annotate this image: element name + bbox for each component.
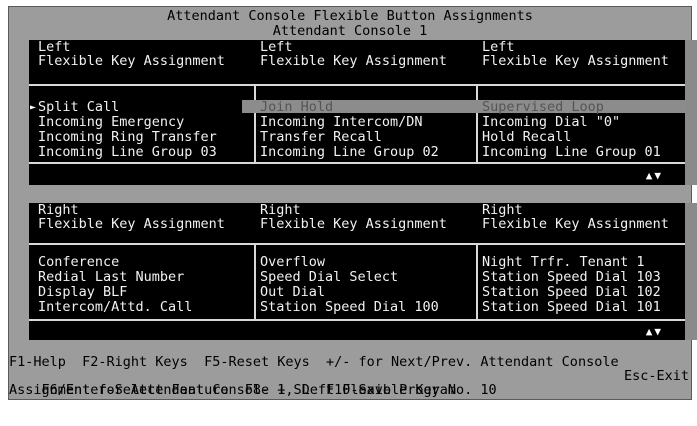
left-keys-panel: Left Flexible Key Assignment Left Flexib…: [29, 40, 685, 185]
header-line: Flexible Key Assignment: [260, 216, 447, 232]
header-line: Flexible Key Assignment: [482, 216, 669, 232]
divider: [29, 162, 685, 164]
header-line: Flexible Key Assignment: [482, 53, 669, 69]
key-item[interactable]: Incoming Emergency: [38, 115, 256, 130]
key-item[interactable]: Station Speed Dial 101: [482, 300, 697, 315]
key-item[interactable]: Split Call: [38, 100, 256, 115]
header-line: Left: [482, 39, 515, 55]
key-item[interactable]: Incoming Intercom/DN: [260, 115, 478, 130]
key-item[interactable]: Redial Last Number: [38, 270, 256, 285]
window-title: Attendant Console Flexible Button Assign…: [167, 8, 533, 24]
scrollbar[interactable]: [685, 203, 697, 340]
key-item[interactable]: Speed Dial Select: [260, 270, 478, 285]
key-item[interactable]: Incoming Line Group 01: [482, 145, 697, 160]
left-col3-list: Supervised Loop Incoming Dial "0" Hold R…: [482, 100, 697, 160]
esc-exit-label[interactable]: Esc-Exit: [624, 369, 689, 383]
divider: [29, 319, 685, 321]
key-item[interactable]: Incoming Line Group 02: [260, 145, 478, 160]
header-line: Flexible Key Assignment: [38, 53, 225, 69]
left-col1-list: Split Call Incoming Emergency Incoming R…: [38, 100, 256, 160]
right-col2-header: Right Flexible Key Assignment: [260, 203, 478, 247]
scroll-arrows-icon[interactable]: ▲▼: [646, 169, 663, 183]
right-col1-list: Conference Redial Last Number Display BL…: [38, 255, 256, 315]
header-line: Flexible Key Assignment: [38, 216, 225, 232]
right-col3-list: Night Trfr. Tenant 1 Station Speed Dial …: [482, 255, 697, 315]
scrollbar[interactable]: [685, 40, 697, 185]
key-item[interactable]: Supervised Loop: [482, 100, 697, 115]
key-item[interactable]: Conference: [38, 255, 256, 270]
left-col2-list: Join Hold Incoming Intercom/DN Transfer …: [260, 100, 478, 160]
console-subtitle: Attendant Console 1: [272, 23, 428, 39]
key-item[interactable]: Station Speed Dial 102: [482, 285, 697, 300]
key-item[interactable]: Out Dial: [260, 285, 478, 300]
header-line: Flexible Key Assignment: [260, 53, 447, 69]
divider: [29, 84, 685, 86]
function-key-help-line1: F1-Help F2-Right Keys F5-Reset Keys +/- …: [9, 354, 619, 370]
cursor-arrow-icon: ►: [30, 102, 37, 113]
header-line: Right: [38, 202, 79, 218]
right-keys-panel: Right Flexible Key Assignment Right Flex…: [29, 203, 685, 340]
key-item[interactable]: Display BLF: [38, 285, 256, 300]
right-col3-header: Right Flexible Key Assignment: [482, 203, 697, 247]
console-window: Attendant Console Flexible Button Assign…: [8, 6, 697, 400]
key-item[interactable]: Station Speed Dial 100: [260, 300, 478, 315]
header-line: Right: [260, 202, 301, 218]
status-line: Assignment for Attendant Console 1, Left…: [9, 382, 497, 398]
divider: [29, 243, 685, 245]
key-item[interactable]: Station Speed Dial 103: [482, 270, 697, 285]
right-col1-header: Right Flexible Key Assignment: [38, 203, 256, 247]
scroll-arrows-icon[interactable]: ▲▼: [646, 325, 663, 339]
key-item[interactable]: Incoming Dial "0": [482, 115, 697, 130]
key-item[interactable]: Incoming Line Group 03: [38, 145, 256, 160]
header-line: Right: [482, 202, 523, 218]
right-col2-list: Overflow Speed Dial Select Out Dial Stat…: [260, 255, 478, 315]
key-item[interactable]: Join Hold: [260, 100, 478, 115]
key-item[interactable]: Hold Recall: [482, 130, 697, 145]
left-col2-header: Left Flexible Key Assignment: [260, 40, 478, 84]
header-line: Left: [38, 39, 71, 55]
left-col1-header: Left Flexible Key Assignment: [38, 40, 256, 84]
header-line: Left: [260, 39, 293, 55]
key-item[interactable]: Incoming Ring Transfer: [38, 130, 256, 145]
key-item[interactable]: Intercom/Attd. Call: [38, 300, 256, 315]
key-item[interactable]: Transfer Recall: [260, 130, 478, 145]
key-item[interactable]: Overflow: [260, 255, 478, 270]
key-item[interactable]: Night Trfr. Tenant 1: [482, 255, 697, 270]
left-col3-header: Left Flexible Key Assignment: [482, 40, 697, 84]
